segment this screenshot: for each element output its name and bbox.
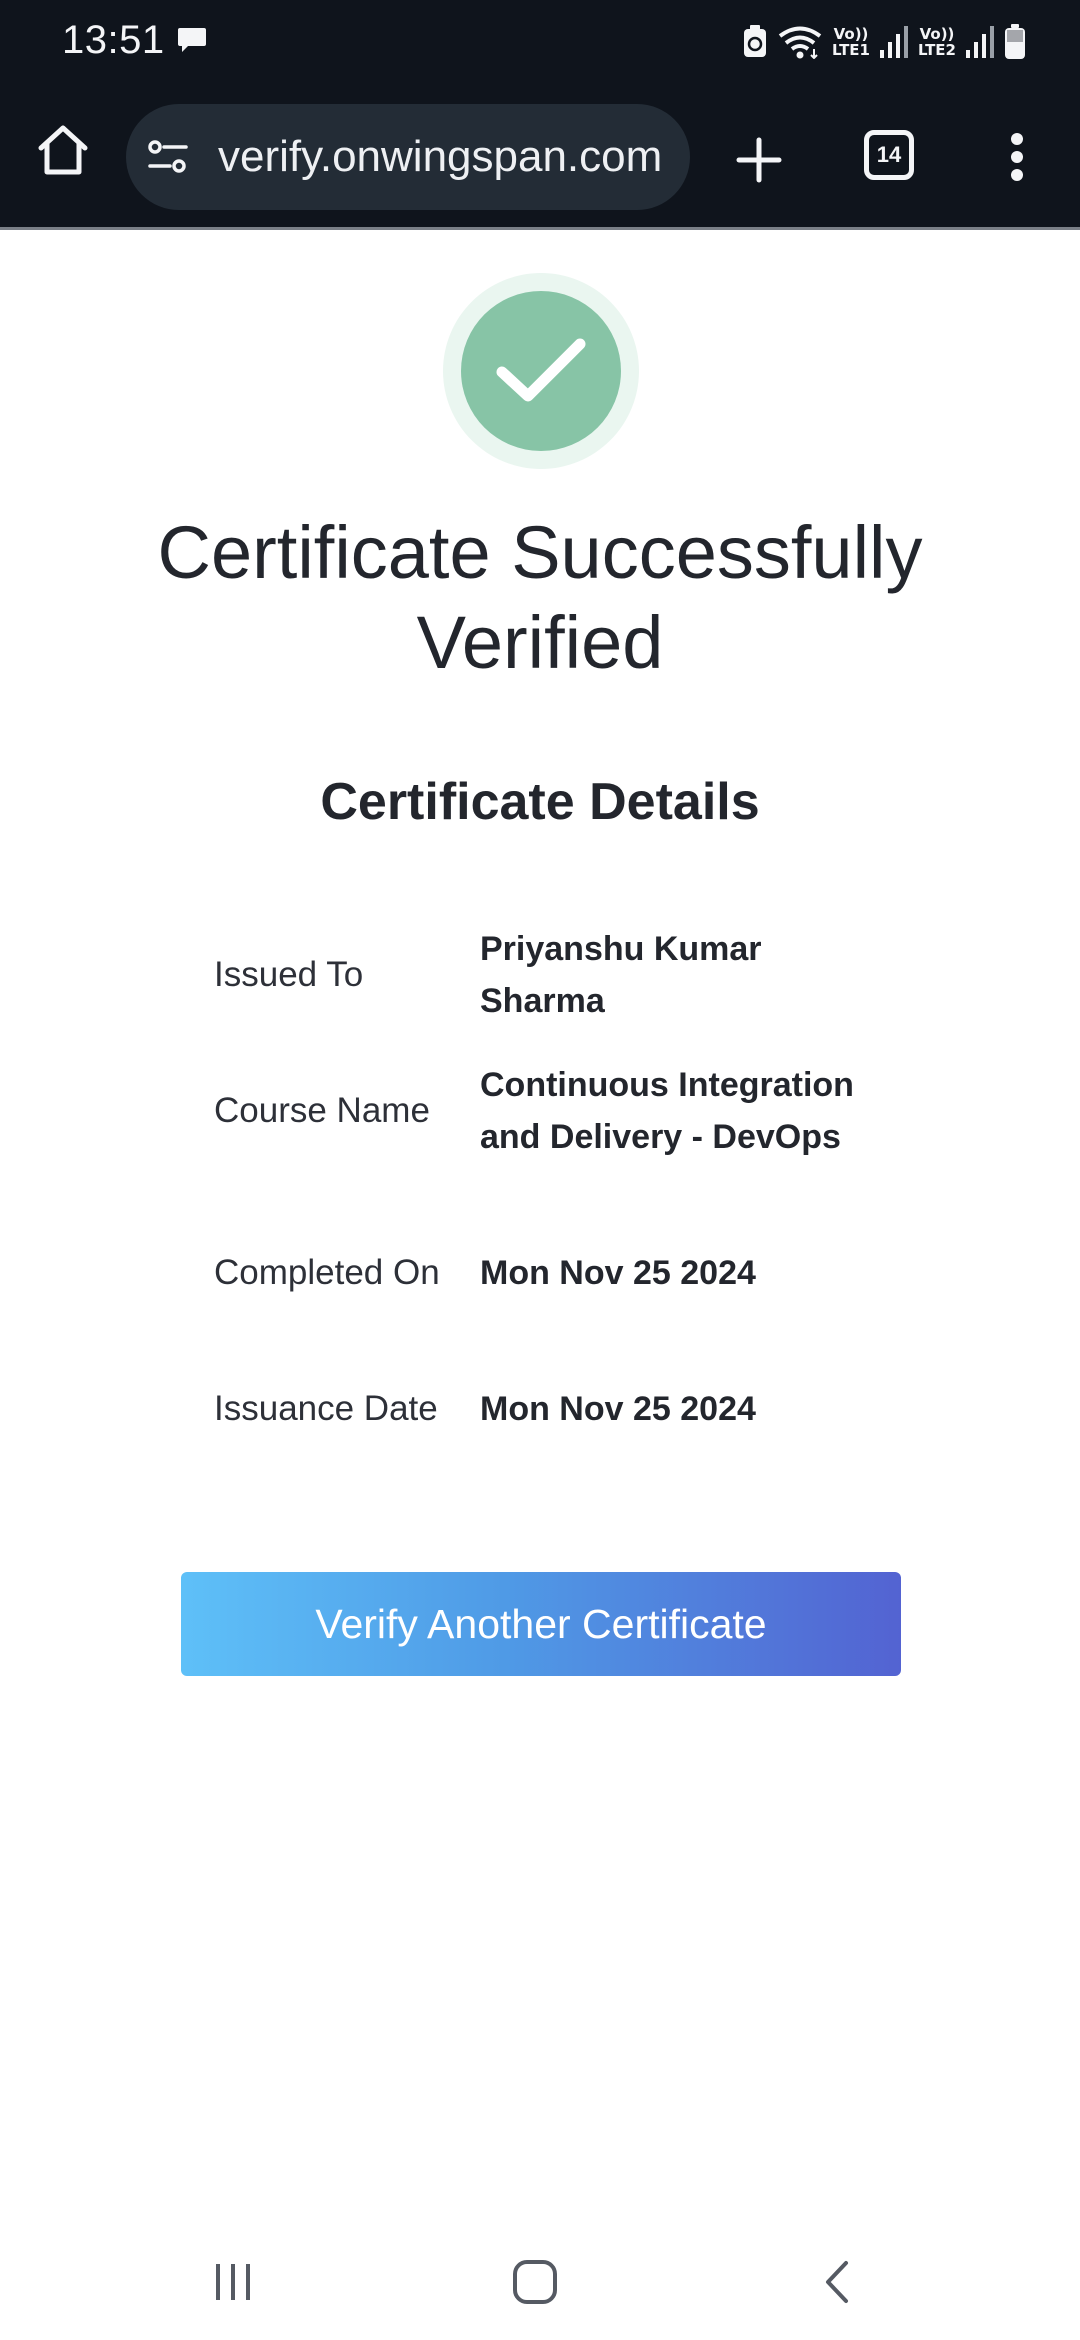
status-icons: Vo)) LTE1 Vo)) LTE2 [742, 18, 1026, 66]
back-icon [826, 2261, 848, 2303]
recent-apps-icon [216, 2264, 250, 2300]
detail-row-course-name: Course Name Continuous Integration and D… [214, 1056, 894, 1166]
home-circle-icon [513, 2260, 557, 2304]
back-button[interactable] [797, 2250, 877, 2314]
status-time: 13:51 [62, 18, 165, 62]
check-circle-icon [496, 338, 586, 402]
signal-sim2-icon [966, 26, 994, 58]
status-bar: 13:51 Vo)) LTE1 Vo)) LTE2 [0, 0, 1080, 80]
home-button[interactable] [30, 117, 96, 183]
signal-sim1-icon [880, 26, 908, 58]
verify-another-certificate-button[interactable]: Verify Another Certificate [181, 1572, 901, 1676]
sim2-volte-label: Vo)) [919, 25, 955, 43]
system-nav-bar [0, 2220, 1080, 2340]
site-settings-icon[interactable] [148, 139, 188, 175]
detail-value: Continuous Integration and Delivery - De… [480, 1066, 854, 1156]
wifi-icon [778, 25, 822, 59]
sim1-lte-label: LTE1 [832, 41, 870, 59]
details-heading: Certificate Details [320, 773, 760, 831]
nav-home-button[interactable] [495, 2250, 575, 2314]
browser-toolbar: verify.onwingspan.com 14 [0, 80, 1080, 230]
tab-switcher-button[interactable]: 14 [864, 130, 914, 180]
battery-saver-icon [742, 25, 768, 59]
check-circle [461, 291, 621, 451]
detail-row-issuance-date: Issuance Date Mon Nov 25 2024 [214, 1354, 894, 1464]
detail-row-completed-on: Completed On Mon Nov 25 2024 [214, 1218, 894, 1328]
sim2-network-label: Vo)) LTE2 [918, 26, 956, 58]
more-vert-icon [1011, 133, 1023, 181]
battery-icon [1004, 24, 1026, 60]
detail-value: Mon Nov 25 2024 [480, 1254, 756, 1292]
message-icon [176, 24, 208, 56]
sim1-network-label: Vo)) LTE1 [832, 26, 870, 58]
recent-apps-button[interactable] [193, 2250, 273, 2314]
sim1-volte-label: Vo)) [833, 25, 869, 43]
detail-row-issued-to: Issued To Priyanshu Kumar Sharma [214, 920, 894, 1030]
url-bar[interactable]: verify.onwingspan.com [126, 104, 690, 210]
plus-icon [736, 137, 782, 183]
page-title: Certificate Successfully Verified [157, 511, 923, 684]
detail-label: Completed On [214, 1253, 440, 1292]
detail-value: Priyanshu Kumar Sharma [480, 930, 762, 1020]
detail-label: Issued To [214, 955, 364, 994]
detail-label: Issuance Date [214, 1389, 438, 1428]
home-icon [38, 125, 88, 175]
detail-value: Mon Nov 25 2024 [480, 1390, 756, 1428]
sim2-lte-label: LTE2 [918, 41, 956, 59]
new-tab-button[interactable] [726, 127, 792, 193]
more-menu-button[interactable] [1000, 124, 1034, 190]
tab-count: 14 [876, 142, 902, 167]
url-text[interactable]: verify.onwingspan.com [218, 104, 678, 210]
verified-badge [443, 273, 639, 469]
detail-label: Course Name [214, 1091, 430, 1130]
